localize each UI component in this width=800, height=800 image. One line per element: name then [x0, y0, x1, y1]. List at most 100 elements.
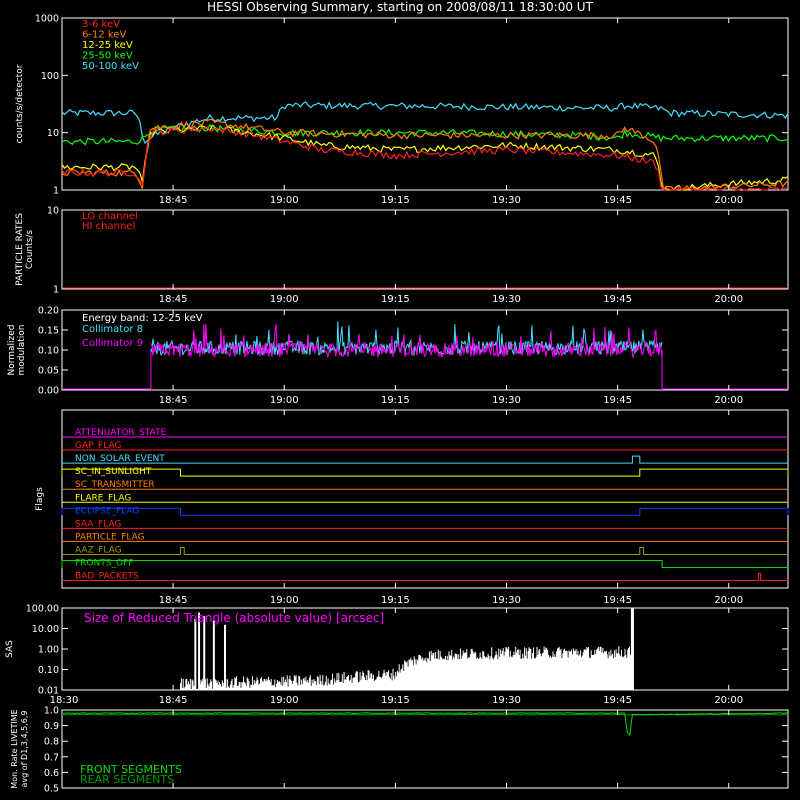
modulation-panel-xtick-label: 19:30 [492, 395, 521, 406]
sas-panel-xtick-label: 18:45 [159, 695, 188, 706]
particle-panel-ytick-label: 1 [53, 285, 59, 296]
flags-panel-xtick-label: 19:15 [381, 595, 410, 606]
modulation-panel-xtick-label: 20:00 [714, 395, 743, 406]
flag-label-aaz-flag: AAZ_FLAG [75, 545, 122, 555]
sas-annotation: Size of Reduced Triangle (absolute value… [84, 611, 384, 625]
legend-hi-channel: HI channel [82, 221, 135, 232]
sas-panel-xtick-label: 19:45 [603, 695, 632, 706]
flags-panel-xtick-label: 19:30 [492, 595, 521, 606]
flag-line-aaz-flag [62, 546, 788, 555]
modulation-panel-ylabel: Normalizedmodulation [7, 324, 27, 375]
livetime-panel-ytick-label: 0.5 [44, 784, 59, 795]
livetime-panel-ytick-label: 0.7 [44, 752, 59, 763]
flag-label-non-solar-event: NON_SOLAR_EVENT [75, 454, 165, 464]
flag-label-sc-in-sunlight: SC_IN_SUNLIGHT [75, 467, 152, 477]
livetime-panel-ytick-label: 0.6 [44, 768, 59, 779]
figure-title: HESSI Observing Summary, starting on 200… [207, 0, 593, 14]
count-rate-panel-xtick-label: 19:30 [492, 195, 521, 206]
flags-panel-xtick-label: 19:00 [270, 595, 299, 606]
flag-label-gap-flag: GAP_FLAG [75, 441, 121, 451]
modulation-panel-ytick-label: 0.00 [38, 386, 59, 397]
particle-panel-ylabel-line: PARTICLE RATES [15, 213, 25, 286]
flag-line-sc-in-sunlight [61, 468, 789, 477]
flag-label-attenuator-state: ATTENUATOR_STATE [75, 428, 167, 438]
particle-panel-ytick-label: 10 [47, 206, 59, 217]
flag-line-fronts-off [61, 560, 788, 568]
flag-label-flare-flag: FLARE_FLAG [75, 493, 131, 503]
flags-panel-xtick-label: 20:00 [714, 595, 743, 606]
modulation-panel-ylabel-line: modulation [17, 325, 27, 376]
modulation-panel-xtick-label: 19:15 [381, 395, 410, 406]
modulation-energy-band: Energy band: 12-25 keV [82, 313, 203, 324]
count-rate-panel-ytick-label: 1 [53, 186, 59, 197]
particle-panel-frame [61, 209, 789, 290]
flag-label-bad-packets: BAD_PACKETS [75, 572, 139, 582]
flag-label-particle-flag: PARTICLE_FLAG [75, 532, 145, 542]
modulation-panel-xtick-label: 19:00 [270, 395, 299, 406]
series-collimator-8 [150, 321, 663, 357]
sas-start-label: 18:30 [50, 695, 79, 706]
particle-panel-xtick-label: 19:00 [270, 294, 299, 305]
livetime-panel-ylabel-line: Mon. Rate LIVETIME [10, 709, 19, 788]
sas-panel-ytick-label: 100.00 [26, 604, 59, 615]
modulation-panel-xtick-label: 18:45 [159, 395, 188, 406]
particle-panel-xtick-label: 19:30 [492, 294, 521, 305]
series-front-segments [61, 712, 789, 737]
sas-panel-ytick-label: 0.10 [38, 665, 59, 676]
sas-panel-ylabel: SAS [5, 640, 15, 658]
count-rate-panel-ytick-label: 100 [41, 71, 59, 82]
sas-trace [180, 646, 633, 690]
flag-line-non-solar-event [62, 455, 788, 464]
modulation-panel-ytick-label: 0.10 [38, 346, 59, 357]
livetime-panel-ylabel-line: avg of D1,3,4,5,6,9 [20, 711, 29, 788]
flags-panel-xtick-label: 18:45 [159, 595, 188, 606]
flag-label-saa-flag: SAA_FLAG [75, 519, 121, 529]
sas-panel-ytick-label: 10.00 [32, 624, 59, 635]
series-50-100-kev [61, 101, 789, 145]
legend-collimator-8: Collimator 8 [82, 324, 143, 335]
modulation-panel-xtick-label: 19:45 [603, 395, 632, 406]
sas-panel-xtick-label: 19:00 [270, 695, 299, 706]
particle-panel-xtick-label: 18:45 [159, 294, 188, 305]
flag-label-sc-transmitter: SC_TRANSMITTER [75, 480, 155, 490]
livetime-panel-ylabel: Mon. Rate LIVETIMEavg of D1,3,4,5,6,9 [10, 709, 29, 788]
count-rate-panel-xtick-label: 19:00 [270, 195, 299, 206]
particle-panel-ylabel: PARTICLE RATESCounts/s [15, 213, 35, 286]
livetime-panel-ytick-label: 1.0 [44, 706, 59, 717]
flags-panel-ylabel-line: Flags [35, 487, 45, 511]
sas-panel-xtick-label: 19:15 [381, 695, 410, 706]
flag-line-eclipse-flag [61, 507, 789, 516]
count-rate-panel-ytick-label: 10 [47, 128, 59, 139]
legend-12-25-kev: 12-25 keV [82, 40, 133, 51]
legend-3-6-kev: 3-6 keV [82, 19, 120, 30]
legend-collimator-9: Collimator 9 [82, 338, 143, 349]
sas-panel-xtick-label: 20:00 [714, 695, 743, 706]
flag-label-fronts-off: FRONTS_OFF [75, 559, 133, 569]
legend-50-100-kev: 50-100 keV [82, 61, 139, 72]
particle-panel-xtick-label: 20:00 [714, 294, 743, 305]
modulation-panel-ytick-label: 0.05 [38, 366, 59, 377]
series-3-6-kev [61, 125, 789, 191]
count-rate-panel-ytick-label: 1000 [35, 14, 59, 25]
legend-25-50-kev: 25-50 keV [82, 51, 133, 62]
particle-panel-xtick-label: 19:45 [603, 294, 632, 305]
panels: 1 10 100 1000 18:45 19:00 19:15 19:30 19:45 20:00… [5, 14, 789, 795]
flags-panel-xtick-label: 19:45 [603, 595, 632, 606]
count-rate-panel-frame [61, 17, 789, 191]
count-rate-panel-xtick-label: 18:45 [159, 195, 188, 206]
count-rate-panel-xtick-label: 20:00 [714, 195, 743, 206]
sas-panel-ylabel-line: SAS [5, 640, 15, 658]
count-rate-panel-ylabel-line: counts/s/detector [15, 64, 25, 143]
modulation-panel-ylabel-line: Normalized [7, 324, 17, 375]
flag-label-eclipse-flag: ECLIPSE_FLAG [75, 506, 139, 516]
flags-panel-ylabel: Flags [35, 487, 45, 511]
modulation-panel-ytick-label: 0.20 [38, 306, 59, 317]
modulation-panel-ytick-label: 0.15 [38, 326, 59, 337]
legend-rear-segments: REAR SEGMENTS [80, 773, 174, 786]
series-12-25-kev [61, 124, 789, 191]
count-rate-panel-ylabel: counts/s/detector [15, 64, 25, 143]
legend-6-12-kev: 6-12 keV [82, 30, 126, 41]
sas-panel-xtick-label: 19:30 [492, 695, 521, 706]
particle-panel-xtick-label: 19:15 [381, 294, 410, 305]
livetime-panel-ytick-label: 0.8 [44, 737, 59, 748]
